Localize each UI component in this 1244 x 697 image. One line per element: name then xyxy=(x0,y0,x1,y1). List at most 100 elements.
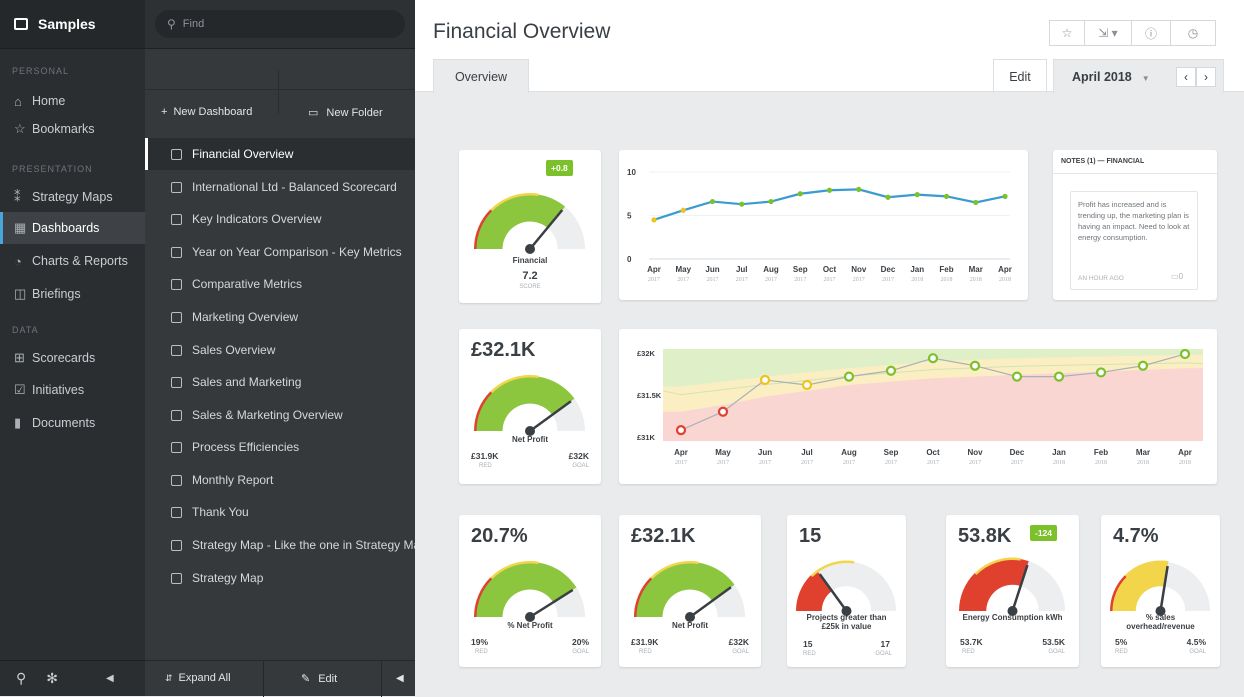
dashboard-icon xyxy=(171,409,182,421)
history-button[interactable]: ◷ xyxy=(1170,20,1216,46)
net-profit-card[interactable]: £32.1K Net Profit £31.9K RED £32K GOAL xyxy=(459,329,601,484)
x-tick-label: Nov xyxy=(967,448,983,457)
star-icon: ☆ xyxy=(14,121,26,136)
kpi-value: £32.1K xyxy=(631,525,696,547)
expand-all-button[interactable]: ⇵ Expand All xyxy=(165,672,231,684)
data-point xyxy=(759,374,771,386)
list-item[interactable]: Comparative Metrics xyxy=(145,268,415,300)
kpi-value: 15 xyxy=(799,525,822,547)
gauge-hub xyxy=(525,244,535,254)
x-tick-year: 2017 xyxy=(969,460,981,466)
list-item[interactable]: Year on Year Comparison - Key Metrics xyxy=(145,236,415,268)
x-tick-year: 2017 xyxy=(677,277,689,283)
x-tick-label: Apr xyxy=(647,265,661,274)
x-tick-label: Sep xyxy=(884,448,899,457)
nav-item-bookmarks[interactable]: ☆ Bookmarks xyxy=(0,113,145,145)
dashboard-icon: ▦ xyxy=(14,220,27,235)
x-tick-label: May xyxy=(715,448,731,457)
note-item[interactable]: Profit has increased and is trending up,… xyxy=(1070,191,1198,290)
kpi-card[interactable]: £32.1K Net Profit £31.9K RED £32K GOAL xyxy=(619,515,761,667)
notes-title: NOTES (1) — FINANCIAL xyxy=(1061,158,1145,165)
kpi-card[interactable]: 15 Projects greater than £25k in value 1… xyxy=(787,515,906,667)
x-tick-label: Jul xyxy=(801,448,813,457)
list-item[interactable]: Strategy Map xyxy=(145,562,415,594)
info-icon: ⓘ xyxy=(1144,26,1157,41)
kpi-gauge xyxy=(634,561,745,622)
edit-dashboard-button[interactable]: Edit xyxy=(993,59,1047,93)
nav-item-documents[interactable]: ▮ Documents xyxy=(0,407,145,439)
nav-item-briefings[interactable]: ◫ Briefings xyxy=(0,278,145,310)
list-item[interactable]: Key Indicators Overview xyxy=(145,203,415,235)
nav-item-initiatives[interactable]: ☑ Initiatives xyxy=(0,374,145,406)
list-item[interactable]: Monthly Report xyxy=(145,464,415,496)
edit-list-button[interactable]: ✎ Edit xyxy=(301,672,337,685)
folder-icon: ▭ xyxy=(308,107,319,119)
new-dashboard-button[interactable]: + New Dashboard xyxy=(161,106,252,118)
kpi-card[interactable]: 4.7% % sales overhead/revenue 5% RED 4.5… xyxy=(1101,515,1220,667)
list-item[interactable]: Marketing Overview xyxy=(145,301,415,333)
list-item[interactable]: Thank You xyxy=(145,496,415,528)
x-tick-label: Apr xyxy=(1178,448,1192,457)
collapse-arrow-icon[interactable]: ◀ xyxy=(106,673,114,684)
x-tick-label: Jun xyxy=(758,448,772,457)
comment-count[interactable]: ▭0 xyxy=(1171,272,1183,281)
gauge-name: % sales overhead/revenue xyxy=(1126,613,1195,631)
red-value: £31.9K xyxy=(471,451,499,461)
goal-label: GOAL xyxy=(732,649,749,655)
gear-icon[interactable]: ✻ xyxy=(46,670,58,687)
tab-overview[interactable]: Overview xyxy=(433,59,529,93)
x-tick-label: May xyxy=(675,265,691,274)
goal-value: £32K xyxy=(728,637,749,647)
list-item[interactable]: Financial Overview xyxy=(145,138,415,170)
change-badge: +0.8 xyxy=(546,160,573,176)
y-tick-label: 5 xyxy=(627,212,632,221)
x-tick-label: Apr xyxy=(998,265,1012,274)
new-folder-button[interactable]: ▭ New Folder xyxy=(308,106,383,119)
list-item[interactable]: Process Efficiencies xyxy=(145,431,415,463)
kpi-card[interactable]: 53.8K -124 Energy Consumption kWh 53.7K … xyxy=(946,515,1079,667)
gauge-name: Energy Consumption kWh xyxy=(962,613,1063,622)
list-item[interactable]: International Ltd - Balanced Scorecard xyxy=(145,171,415,203)
plus-icon: + xyxy=(161,106,168,118)
section-data: DATA xyxy=(12,325,39,335)
financial-trend-chart[interactable]: 0 5 10 Apr 2017 May 2017 Jun 2017 Jul 2017 Aug 2017 S… xyxy=(619,150,1028,300)
pencil-icon: ✎ xyxy=(301,673,311,685)
goal-value: 53.5K xyxy=(1042,637,1065,647)
list-item[interactable]: Strategy Map - Like the one in Strategy … xyxy=(145,529,415,561)
nav-item-strategy-maps[interactable]: ⁑ Strategy Maps xyxy=(0,181,145,213)
x-tick-year: 2018 xyxy=(1137,460,1149,466)
bookmark-star-button[interactable]: ☆ xyxy=(1049,20,1085,46)
section-presentation: PRESENTATION xyxy=(12,164,93,174)
x-tick-label: Mar xyxy=(969,265,983,274)
collapse-arrow-icon[interactable]: ◀ xyxy=(396,673,404,684)
search-icon[interactable]: ⚲ xyxy=(16,670,26,687)
main-nav: Samples ‹ PERSONAL ⌂Home ☆Bookmarks PRES… xyxy=(0,0,397,696)
kpi-gauge xyxy=(796,560,896,616)
x-tick-year: 2017 xyxy=(882,277,894,283)
period-dropdown[interactable]: April 2018 ▼ xyxy=(1072,70,1150,84)
next-period-button[interactable]: › xyxy=(1196,67,1216,87)
nav-item-charts-reports[interactable]: ◔ Charts & Reports xyxy=(0,245,145,277)
net-profit-trend-chart[interactable]: £32K £31.5K £31K Apr 2017 May 2017 Jun 2017 Jul 20… xyxy=(619,329,1217,484)
list-item[interactable]: Sales & Marketing Overview xyxy=(145,399,415,431)
info-button[interactable]: ⓘ xyxy=(1131,20,1171,46)
list-item[interactable]: Sales Overview xyxy=(145,334,415,366)
search-input[interactable]: ⚲ Find xyxy=(155,10,405,38)
x-tick-label: Aug xyxy=(841,448,857,457)
line-chart: 0 5 10 Apr 2017 May 2017 Jun 2017 Jul 2017 Aug 2017 S… xyxy=(627,168,1012,283)
red-value: 53.7K xyxy=(960,637,983,647)
nav-item-dashboards[interactable]: ▦ Dashboards xyxy=(0,212,145,244)
goal-label: GOAL xyxy=(572,463,589,469)
x-tick-label: Dec xyxy=(1010,448,1025,457)
list-item[interactable]: Sales and Marketing xyxy=(145,366,415,398)
list-actions: + New Dashboard ▭ New Folder xyxy=(145,49,415,139)
gauge-name: Projects greater than £25k in value xyxy=(806,613,887,631)
export-button[interactable]: ⇲ ▾ xyxy=(1084,20,1132,46)
financial-score-card[interactable]: +0.8 Financial 7.2 SCORE xyxy=(459,150,601,303)
kpi-card[interactable]: 20.7% % Net Profit 19% RED 20% GOAL xyxy=(459,515,601,667)
prev-period-button[interactable]: ‹ xyxy=(1176,67,1196,87)
nav-item-scorecards[interactable]: ⊞ Scorecards xyxy=(0,342,145,374)
data-point xyxy=(1137,360,1149,371)
clock-icon: ◷ xyxy=(1187,26,1199,40)
red-value: £31.9K xyxy=(631,637,659,647)
